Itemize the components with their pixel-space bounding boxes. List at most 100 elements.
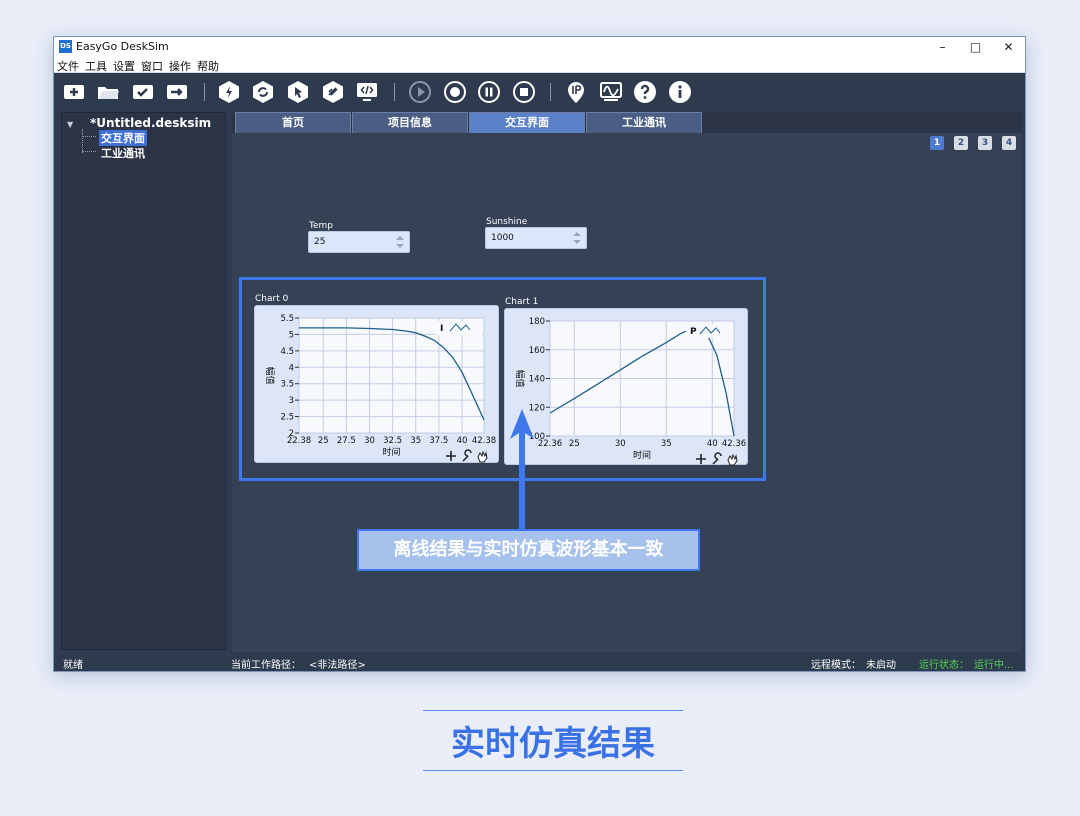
chart0-title: Chart 0: [255, 294, 289, 304]
window-title: EasyGo DeskSim: [76, 40, 169, 53]
menu-operate[interactable]: 操作: [169, 58, 191, 74]
chart1-x-tick-label: 35: [661, 439, 672, 449]
chart0-hand-icon[interactable]: [477, 450, 488, 463]
chart0-y-tick-label: 2: [289, 429, 294, 439]
tab-interactive-ui[interactable]: 交互界面: [469, 112, 585, 133]
pause-icon[interactable]: [477, 80, 501, 104]
chart0-x-axis-label: 时间: [382, 446, 400, 458]
chart0-x-tick-label: 37.5: [429, 436, 448, 446]
tree-connector: [82, 136, 96, 137]
chart1-x-tick-label: 42.36: [722, 439, 746, 449]
tree-root[interactable]: *Untitled.desksim: [90, 116, 211, 130]
tab-home[interactable]: 首页: [235, 112, 351, 133]
close-icon[interactable]: ✕: [992, 37, 1025, 57]
chart0-pan-icon[interactable]: [462, 449, 472, 462]
code-monitor-icon[interactable]: [355, 80, 379, 104]
spin-up-icon[interactable]: [396, 236, 404, 240]
menu-help[interactable]: 帮助: [197, 58, 219, 74]
chart1-zoom-glyph: [696, 454, 706, 464]
page-button-4[interactable]: 4: [1002, 136, 1016, 150]
chart0-y-tick-label: 4.5: [280, 347, 294, 357]
deploy-icon[interactable]: [321, 80, 345, 104]
callout-arrow-icon: [510, 409, 534, 529]
page-button-3[interactable]: 3: [978, 136, 992, 150]
tree-collapse-icon[interactable]: ▼: [67, 120, 73, 129]
tree-item-interactive-ui[interactable]: 交互界面: [99, 130, 147, 146]
spin-up-icon[interactable]: [573, 232, 581, 236]
chart0-y-axis-label: 幅值: [264, 366, 276, 384]
chart0-card: 22.38 25 27.5 30 32.5 35 37.5 40 42.38 2 2.5 3 3.5 4 4…: [254, 305, 499, 463]
sunshine-label: Sunshine: [486, 217, 528, 227]
main-panel: 首页 项目信息 交互界面 工业通讯 1 2 3 4 Temp 25 Sunshi…: [232, 112, 1022, 652]
chart1-hand-icon[interactable]: [727, 453, 738, 466]
help-icon[interactable]: [633, 80, 657, 104]
scope-icon[interactable]: [599, 80, 623, 104]
chart0-legend-label: I: [440, 324, 443, 334]
chart1-x-axis-label: 时间: [633, 449, 651, 461]
chart1-hand-glyph: [727, 453, 738, 466]
save-icon[interactable]: [131, 80, 155, 104]
chart0-y-tick-label: 5.5: [280, 314, 294, 324]
export-icon[interactable]: [165, 80, 189, 104]
chart0-plot[interactable]: 22.38 25 27.5 30 32.5 35 37.5 40 42.3822.533.544…: [255, 306, 500, 464]
chart1-y-tick-label: 160: [529, 346, 545, 356]
chart0-plot-area: [298, 317, 485, 434]
chart1-legend-label: P: [690, 327, 697, 337]
chart1-x-tick-label: 40: [707, 439, 718, 449]
chart0-x-tick-label: 27.5: [337, 436, 356, 446]
chart0-y-tick-label: 5: [289, 330, 294, 340]
app-logo: DS: [59, 40, 72, 53]
minimize-icon[interactable]: –: [926, 37, 959, 57]
temp-value: 25: [314, 237, 326, 247]
tab-industrial-comm[interactable]: 工业通讯: [586, 112, 702, 133]
chart0-x-tick-label: 30: [364, 436, 375, 446]
tab-project-info[interactable]: 项目信息: [352, 112, 468, 133]
chart0-x-tick-label: 42.38: [472, 436, 496, 446]
stop-icon[interactable]: [512, 80, 536, 104]
chart0-y-tick-label: 3: [289, 396, 294, 406]
menu-tools[interactable]: 工具: [85, 58, 107, 74]
chart1-pan-icon[interactable]: [712, 452, 722, 465]
menu-settings[interactable]: 设置: [113, 58, 135, 74]
refresh-icon[interactable]: [251, 80, 275, 104]
page-caption: 实时仿真结果: [451, 724, 655, 764]
chart0-x-tick-label: 40: [457, 436, 468, 446]
spin-down-icon[interactable]: [396, 244, 404, 248]
chart1-zoom-icon[interactable]: [696, 454, 706, 464]
spin-down-icon[interactable]: [573, 240, 581, 244]
pointer-icon[interactable]: [286, 80, 310, 104]
menu-window[interactable]: 窗口: [141, 58, 163, 74]
open-folder-icon[interactable]: [96, 80, 120, 104]
temp-input[interactable]: 25: [308, 231, 410, 253]
ip-icon[interactable]: [564, 80, 588, 104]
chart0-zoom-icon[interactable]: [446, 451, 456, 461]
sunshine-input[interactable]: 1000: [485, 227, 587, 249]
callout-label: 离线结果与实时仿真波形基本一致: [357, 529, 700, 571]
temp-label: Temp: [309, 221, 333, 231]
chart1-x-tick-label: 30: [615, 439, 626, 449]
new-file-icon[interactable]: [62, 80, 86, 104]
page-button-1[interactable]: 1: [930, 136, 944, 150]
maximize-icon[interactable]: □: [959, 37, 992, 57]
chart0-hand-glyph: [477, 450, 488, 463]
toolbar: [54, 74, 1025, 110]
chart1-y-axis-label: 幅值: [514, 369, 526, 387]
chart1-card: 22.36 25 30 35 40 42.36 100 120 140 160 180 P 时间 幅值: [504, 308, 749, 466]
menu-file[interactable]: 文件: [57, 58, 79, 74]
sunshine-value: 1000: [491, 233, 514, 243]
caption-rule-top: [423, 710, 683, 711]
status-remote-value: 未启动: [866, 660, 896, 671]
chart1-pan-glyph: [712, 452, 722, 465]
tree-connector: [82, 129, 83, 153]
page-button-2[interactable]: 2: [954, 136, 968, 150]
chart1-title: Chart 1: [505, 297, 539, 307]
toolbar-separator: [204, 83, 205, 101]
tree-item-industrial-comm[interactable]: 工业通讯: [99, 145, 147, 161]
build-icon[interactable]: [217, 80, 241, 104]
tree-connector: [82, 151, 96, 152]
title-bar: DS EasyGo DeskSim – □ ✕: [54, 37, 1025, 57]
run-icon[interactable]: [408, 80, 432, 104]
info-icon[interactable]: [668, 80, 692, 104]
chart1-plot[interactable]: 22.36 25 30 35 40 42.36100120140160180P时间幅值: [505, 309, 749, 466]
record-icon[interactable]: [443, 80, 467, 104]
